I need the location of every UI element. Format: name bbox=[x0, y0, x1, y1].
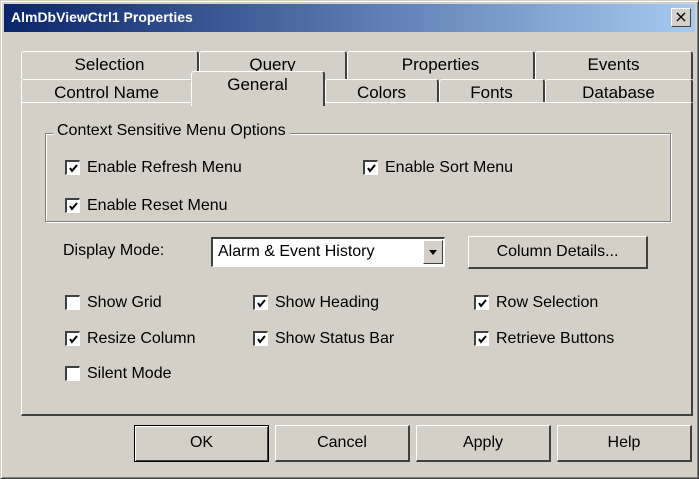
context-menu-group-label: Context Sensitive Menu Options bbox=[53, 122, 290, 140]
checkbox-label: Retrieve Buttons bbox=[496, 330, 615, 347]
checkbox-box bbox=[474, 295, 489, 310]
close-button[interactable]: × bbox=[671, 8, 691, 27]
checkbox-box bbox=[363, 160, 378, 175]
tab-properties[interactable]: Properties bbox=[347, 51, 535, 79]
checkbox-box bbox=[65, 198, 80, 213]
checkbox-label: Enable Reset Menu bbox=[87, 197, 228, 214]
checkbox-label: Show Status Bar bbox=[275, 330, 395, 347]
tab-events[interactable]: Events bbox=[535, 51, 693, 79]
check-icon bbox=[69, 202, 78, 211]
check-icon bbox=[257, 335, 266, 344]
display-mode-value: Alarm & Event History bbox=[218, 243, 375, 260]
tab-selection[interactable]: Selection bbox=[21, 51, 199, 79]
checkbox-box bbox=[253, 295, 268, 310]
checkbox-label: Show Heading bbox=[275, 294, 380, 311]
column-details-button[interactable]: Column Details... bbox=[468, 236, 648, 269]
display-mode-select[interactable]: Alarm & Event History bbox=[211, 237, 445, 267]
checkbox-box bbox=[474, 331, 489, 346]
checkbox-label: Enable Refresh Menu bbox=[87, 159, 242, 176]
check-icon bbox=[478, 335, 487, 344]
checkbox-label: Show Grid bbox=[87, 294, 162, 311]
tab-general[interactable]: General bbox=[191, 71, 325, 106]
check-icon bbox=[478, 299, 487, 308]
checkbox-box bbox=[65, 160, 80, 175]
help-button[interactable]: Help bbox=[557, 425, 692, 462]
checkbox-label: Enable Sort Menu bbox=[385, 159, 514, 176]
ok-button[interactable]: OK bbox=[134, 425, 269, 462]
check-icon bbox=[69, 164, 78, 173]
chevron-down-icon bbox=[429, 250, 437, 255]
checkbox-box bbox=[253, 331, 268, 346]
apply-button[interactable]: Apply bbox=[416, 425, 551, 462]
cancel-button[interactable]: Cancel bbox=[275, 425, 410, 462]
title-bar[interactable]: AlmDbViewCtrl1 Properties × bbox=[4, 4, 695, 32]
checkbox-label: Resize Column bbox=[87, 330, 196, 347]
check-icon bbox=[367, 164, 376, 173]
properties-dialog: AlmDbViewCtrl1 Properties × Selection Qu… bbox=[0, 0, 699, 479]
checkbox-label: Row Selection bbox=[496, 294, 599, 311]
dropdown-button[interactable] bbox=[423, 240, 443, 264]
checkbox-box bbox=[65, 366, 80, 381]
checkbox-box bbox=[65, 331, 80, 346]
checkbox-label: Silent Mode bbox=[87, 365, 172, 382]
check-icon bbox=[257, 299, 266, 308]
check-icon bbox=[69, 335, 78, 344]
checkbox-box bbox=[65, 295, 80, 310]
display-mode-label: Display Mode: bbox=[63, 242, 165, 259]
window-title: AlmDbViewCtrl1 Properties bbox=[11, 9, 193, 25]
